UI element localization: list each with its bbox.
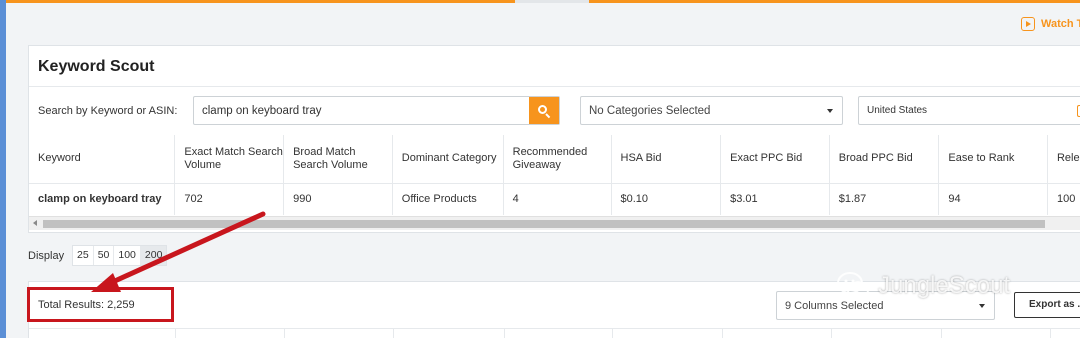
table-cell: 100 bbox=[1047, 183, 1080, 215]
category-select-value: No Categories Selected bbox=[589, 104, 711, 117]
wechat-icon bbox=[837, 272, 869, 299]
search-label: Search by Keyword or ASIN: bbox=[38, 105, 178, 117]
scrollbar-thumb[interactable] bbox=[43, 220, 1045, 228]
column-header-relevancy[interactable]: Rele bbox=[1047, 135, 1080, 184]
scroll-left-icon[interactable] bbox=[33, 220, 37, 226]
column-header-keyword[interactable]: Keyword bbox=[29, 135, 176, 184]
search-icon bbox=[537, 104, 551, 118]
horizontal-scrollbar[interactable] bbox=[29, 216, 1080, 230]
column-divider bbox=[175, 329, 176, 338]
title-divider bbox=[29, 86, 1080, 87]
table-cell: $1.87 bbox=[829, 183, 940, 215]
top-bar-tab-gap bbox=[515, 0, 589, 3]
country-select-value: United States bbox=[867, 105, 928, 116]
page-size-200[interactable]: 200 bbox=[140, 246, 167, 265]
watch-tutorial-link[interactable]: Watch T bbox=[1021, 17, 1080, 31]
page-size-50[interactable]: 50 bbox=[94, 246, 115, 265]
chevron-down-icon bbox=[979, 304, 985, 308]
table-header-row: Keyword Exact Match Search Volume Broad … bbox=[29, 135, 1080, 184]
watermark-text: JungleScout bbox=[878, 272, 1011, 299]
window-left-edge bbox=[0, 0, 6, 338]
table-cell: 990 bbox=[283, 183, 393, 215]
page-title: Keyword Scout bbox=[38, 58, 155, 75]
search-box bbox=[193, 96, 560, 125]
page-size-25[interactable]: 25 bbox=[73, 246, 94, 265]
column-header-category[interactable]: Dominant Category bbox=[392, 135, 504, 184]
column-divider bbox=[393, 329, 394, 338]
keyword-scout-panel: Keyword Scout Search by Keyword or ASIN:… bbox=[28, 45, 1080, 233]
annotation-highlight-box bbox=[27, 287, 174, 322]
column-divider bbox=[831, 329, 832, 338]
column-divider bbox=[612, 329, 613, 338]
column-header-broad-volume[interactable]: Broad Match Search Volume bbox=[283, 135, 393, 184]
table-cell: $3.01 bbox=[720, 183, 830, 215]
column-divider bbox=[1050, 329, 1051, 338]
display-label: Display bbox=[28, 250, 65, 262]
table-cell: 94 bbox=[938, 183, 1048, 215]
search-button[interactable] bbox=[529, 97, 559, 124]
category-select[interactable]: No Categories Selected bbox=[580, 96, 843, 125]
column-header-exact-ppc[interactable]: Exact PPC Bid bbox=[720, 135, 830, 184]
column-header-giveaway[interactable]: Recommended Giveaway bbox=[503, 135, 612, 184]
page-size-selector: 25 50 100 200 bbox=[72, 245, 168, 266]
watch-tutorial-label: Watch T bbox=[1041, 18, 1080, 30]
search-input[interactable] bbox=[194, 97, 530, 124]
play-icon bbox=[1021, 17, 1035, 31]
country-select[interactable]: United States bbox=[858, 96, 1080, 125]
table-cell: Office Products bbox=[392, 183, 504, 215]
column-divider bbox=[941, 329, 942, 338]
keyword-link[interactable]: clamp on keyboard tray bbox=[29, 183, 176, 215]
table-cell: 4 bbox=[503, 183, 612, 215]
column-header-exact-volume[interactable]: Exact Match Search Volume bbox=[174, 135, 285, 184]
column-header-hsa-bid[interactable]: HSA Bid bbox=[611, 135, 722, 184]
export-csv-button[interactable]: Export as .C bbox=[1014, 292, 1080, 318]
table-cell: 702 bbox=[174, 183, 285, 215]
table-cell: $0.10 bbox=[611, 183, 722, 215]
column-header-broad-ppc[interactable]: Broad PPC Bid bbox=[829, 135, 940, 184]
column-divider bbox=[722, 329, 723, 338]
page-size-100[interactable]: 100 bbox=[114, 246, 141, 265]
column-divider bbox=[284, 329, 285, 338]
table-row: clamp on keyboard tray 702 990 Office Pr… bbox=[29, 183, 1080, 215]
chevron-down-icon bbox=[827, 109, 833, 113]
watermark: JungleScout bbox=[836, 271, 1010, 301]
column-header-ease-to-rank[interactable]: Ease to Rank bbox=[938, 135, 1048, 184]
keyword-table: Keyword Exact Match Search Volume Broad … bbox=[29, 135, 1080, 215]
column-divider bbox=[504, 329, 505, 338]
results-divider bbox=[29, 328, 1080, 329]
columns-select-value: 9 Columns Selected bbox=[785, 299, 884, 312]
